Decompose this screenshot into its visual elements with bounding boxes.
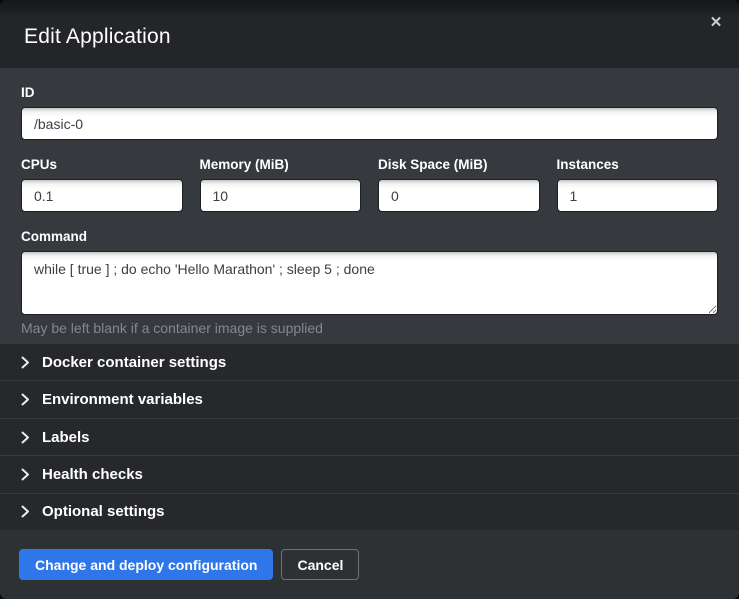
cancel-button[interactable]: Cancel xyxy=(281,549,359,580)
cpus-field-group: CPUs xyxy=(21,157,183,212)
application-form: ID CPUs Memory (MiB) Disk Space (MiB) In… xyxy=(0,68,739,344)
disk-label: Disk Space (MiB) xyxy=(378,157,540,172)
memory-label: Memory (MiB) xyxy=(200,157,362,172)
modal-footer: Change and deploy configuration Cancel xyxy=(0,530,739,599)
cpus-input[interactable] xyxy=(21,179,183,212)
chevron-right-icon xyxy=(21,431,30,444)
section-label: Health checks xyxy=(42,466,143,483)
chevron-right-icon xyxy=(21,468,30,481)
command-label: Command xyxy=(21,229,718,244)
close-icon[interactable]: ✕ xyxy=(705,12,727,34)
edit-application-modal: Edit Application ✕ ID CPUs Memory (MiB) … xyxy=(0,0,739,599)
memory-field-group: Memory (MiB) xyxy=(200,157,362,212)
section-label: Optional settings xyxy=(42,503,165,520)
chevron-right-icon xyxy=(21,393,30,406)
section-optional-settings[interactable]: Optional settings xyxy=(0,494,739,530)
cpus-label: CPUs xyxy=(21,157,183,172)
id-field-group: ID xyxy=(21,85,718,140)
memory-input[interactable] xyxy=(200,179,362,212)
resources-row: CPUs Memory (MiB) Disk Space (MiB) Insta… xyxy=(21,157,718,212)
command-help-text: May be left blank if a container image i… xyxy=(21,320,718,336)
change-and-deploy-button[interactable]: Change and deploy configuration xyxy=(19,549,273,580)
instances-label: Instances xyxy=(557,157,719,172)
chevron-right-icon xyxy=(21,356,30,369)
chevron-right-icon xyxy=(21,505,30,518)
section-health-checks[interactable]: Health checks xyxy=(0,456,739,493)
modal-title: Edit Application xyxy=(24,25,171,49)
command-field-group: Command while [ true ] ; do echo 'Hello … xyxy=(21,229,718,336)
instances-input[interactable] xyxy=(557,179,719,212)
command-textarea[interactable]: while [ true ] ; do echo 'Hello Marathon… xyxy=(21,251,718,315)
disk-input[interactable] xyxy=(378,179,540,212)
section-docker-container-settings[interactable]: Docker container settings xyxy=(0,344,739,381)
section-environment-variables[interactable]: Environment variables xyxy=(0,381,739,418)
collapsible-sections: Docker container settings Environment va… xyxy=(0,344,739,530)
section-label: Labels xyxy=(42,429,90,446)
section-labels[interactable]: Labels xyxy=(0,419,739,456)
instances-field-group: Instances xyxy=(557,157,719,212)
id-label: ID xyxy=(21,85,718,100)
disk-field-group: Disk Space (MiB) xyxy=(378,157,540,212)
modal-header: Edit Application ✕ xyxy=(0,0,739,68)
section-label: Docker container settings xyxy=(42,354,226,371)
id-input[interactable] xyxy=(21,107,718,140)
section-label: Environment variables xyxy=(42,391,203,408)
